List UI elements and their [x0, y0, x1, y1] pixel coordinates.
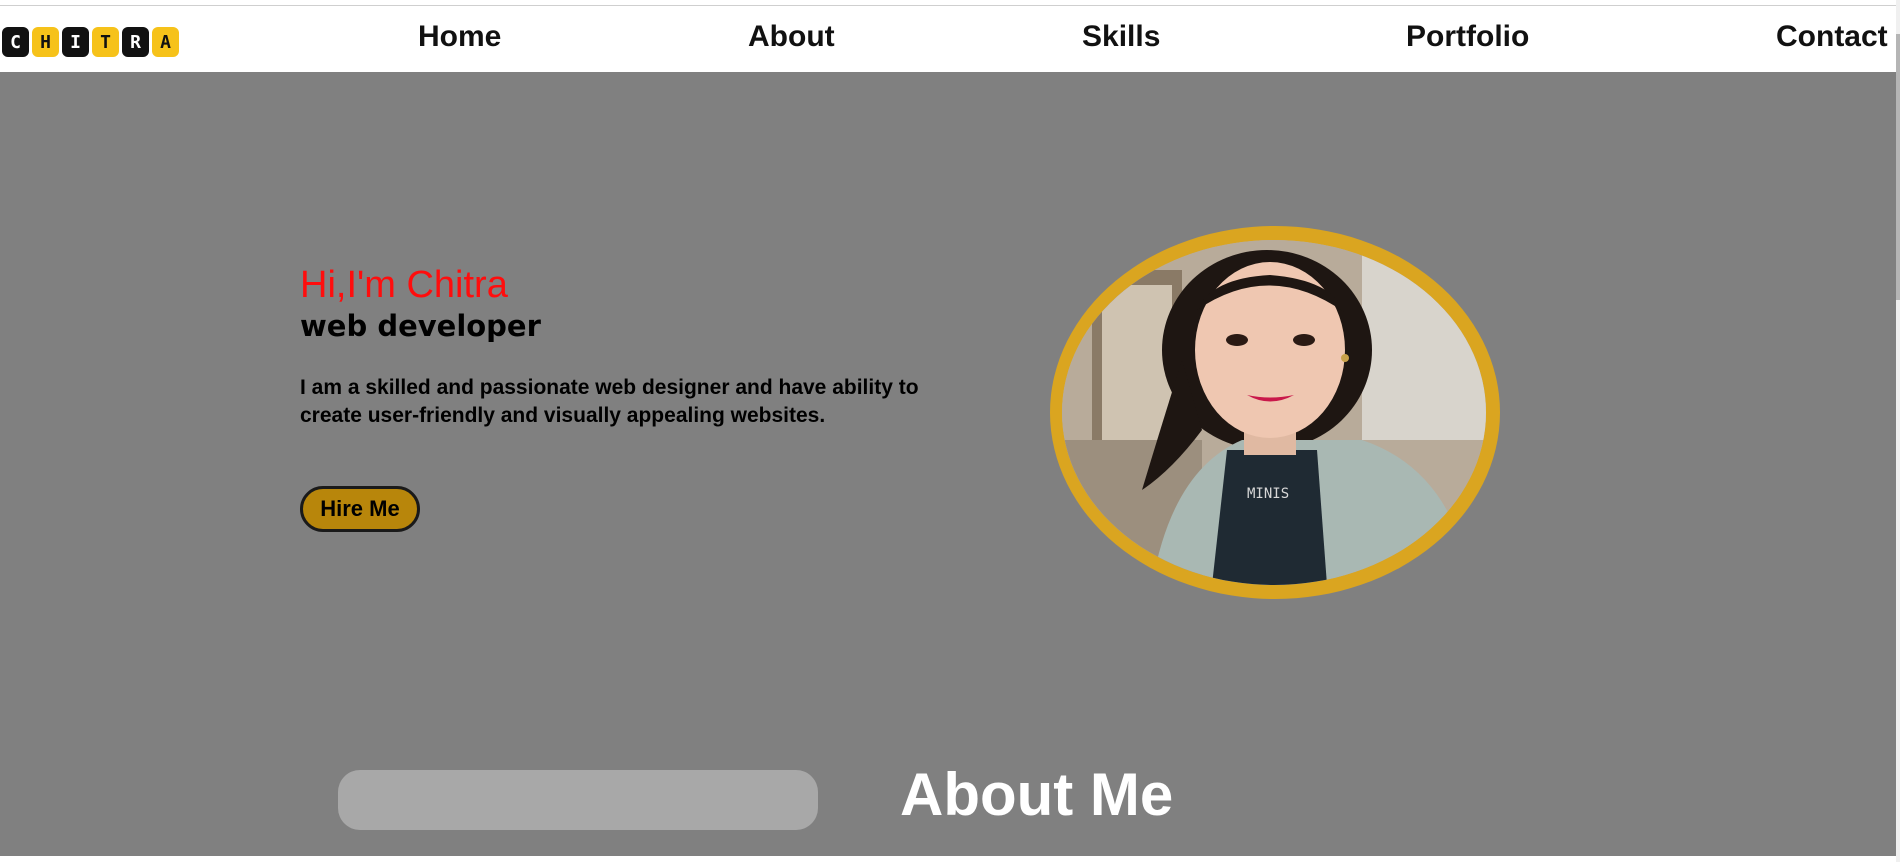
hero-section	[0, 72, 1896, 862]
logo-tile: H	[32, 27, 59, 57]
nav-link-contact[interactable]: Contact	[1776, 20, 1888, 54]
hire-me-button[interactable]: Hire Me	[300, 486, 420, 532]
logo-tile: T	[92, 27, 119, 57]
logo-letter: A	[160, 31, 171, 53]
logo-letter: R	[130, 31, 141, 53]
hero-greeting: Hi,I'm Chitra	[300, 264, 508, 306]
logo-tile: R	[122, 27, 149, 57]
logo[interactable]: C H I T R A	[2, 25, 179, 59]
logo-tile: I	[62, 27, 89, 57]
profile-photo: MINIS	[1062, 240, 1486, 585]
about-section-title: About Me	[900, 761, 1174, 828]
scrollbar-thumb[interactable]	[1896, 34, 1900, 300]
logo-tile: A	[152, 27, 179, 57]
logo-letter: I	[70, 31, 81, 53]
logo-letter: T	[100, 31, 111, 53]
logo-letter: H	[40, 31, 51, 53]
hero-description: I am a skilled and passionate web design…	[300, 376, 919, 427]
logo-tile: C	[2, 27, 29, 57]
nav-link-skills[interactable]: Skills	[1082, 20, 1160, 54]
shirt-print: MINIS	[1247, 486, 1289, 502]
profile-photo-illustration: MINIS	[1062, 240, 1486, 585]
logo-letter: C	[10, 31, 21, 53]
nav-link-about[interactable]: About	[748, 20, 835, 54]
navbar: C H I T R A Home About Skills Portfolio …	[0, 6, 1896, 72]
bottom-edge	[0, 856, 1896, 862]
hero-role: web developer	[300, 309, 541, 343]
scrollbar[interactable]	[1896, 0, 1900, 862]
nav-link-portfolio[interactable]: Portfolio	[1406, 20, 1529, 54]
nav-link-home[interactable]: Home	[418, 20, 501, 54]
page: C H I T R A Home About Skills Portfolio …	[0, 0, 1900, 862]
about-image-card	[338, 770, 818, 830]
